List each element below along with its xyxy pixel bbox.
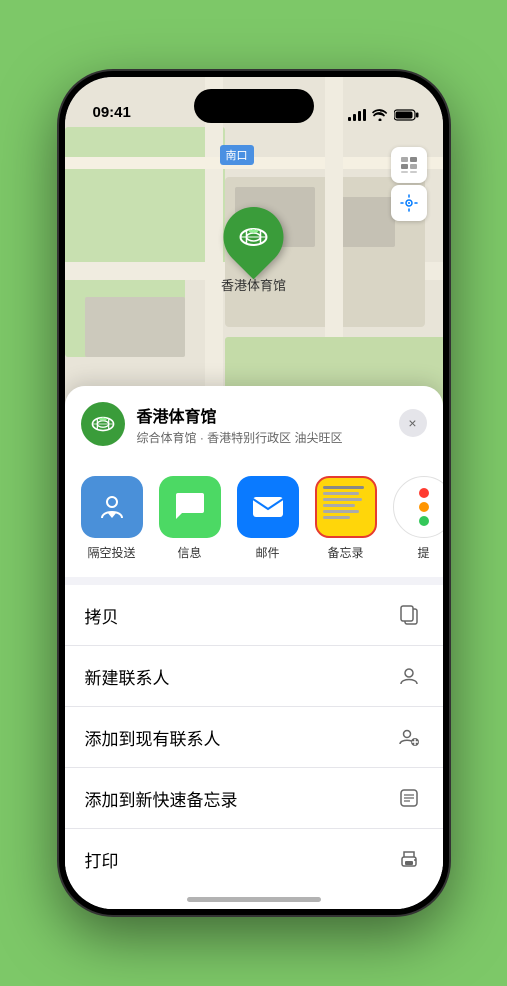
print-icon <box>395 845 423 873</box>
home-indicator-area <box>65 889 443 909</box>
action-new-contact-label: 新建联系人 <box>85 664 170 689</box>
share-row: 隔空投送 信息 <box>65 460 443 577</box>
location-icon <box>400 194 418 212</box>
action-quick-note-label: 添加到新快速备忘录 <box>85 786 238 811</box>
mail-icon <box>250 489 286 525</box>
mail-label: 邮件 <box>255 544 279 561</box>
notes-line-5 <box>323 510 360 513</box>
action-print-label: 打印 <box>85 847 119 872</box>
action-add-existing-contact[interactable]: 添加到现有联系人 <box>65 707 443 768</box>
close-button[interactable]: × <box>399 409 427 437</box>
action-add-quick-note[interactable]: 添加到新快速备忘录 <box>65 768 443 829</box>
share-item-airdrop[interactable]: 隔空投送 <box>77 476 147 561</box>
notes-icon-bg <box>315 476 377 538</box>
venue-subtitle: 综合体育馆 · 香港特别行政区 油尖旺区 <box>137 429 427 446</box>
mail-icon-bg <box>237 476 299 538</box>
map-type-button[interactable] <box>391 147 427 183</box>
dot-orange <box>419 502 429 512</box>
share-item-messages[interactable]: 信息 <box>155 476 225 561</box>
action-copy-label: 拷贝 <box>85 603 119 628</box>
stadium-icon <box>237 221 269 253</box>
home-indicator <box>187 897 321 902</box>
action-list: 拷贝 新建联系人 <box>65 585 443 889</box>
new-contact-icon <box>395 662 423 690</box>
notes-line-2 <box>323 492 360 495</box>
venue-stadium-icon <box>90 411 116 437</box>
phone-frame: 09:41 <box>59 71 449 915</box>
wifi-icon <box>372 109 388 121</box>
messages-icon <box>172 489 208 525</box>
quick-note-icon <box>395 784 423 812</box>
notes-line-4 <box>323 504 355 507</box>
action-copy[interactable]: 拷贝 <box>65 585 443 646</box>
dot-red <box>419 488 429 498</box>
bottom-sheet: 香港体育馆 综合体育馆 · 香港特别行政区 油尖旺区 × <box>65 386 443 909</box>
map-type-icon <box>399 155 419 175</box>
signal-bars <box>348 109 366 121</box>
map-controls <box>391 147 427 223</box>
notes-line-1 <box>323 486 364 489</box>
location-button[interactable] <box>391 185 427 221</box>
share-item-notes[interactable]: 备忘录 <box>311 476 381 561</box>
action-print[interactable]: 打印 <box>65 829 443 889</box>
venue-info: 香港体育馆 综合体育馆 · 香港特别行政区 油尖旺区 <box>137 403 427 446</box>
notes-label: 备忘录 <box>327 544 363 561</box>
airdrop-icon-bg <box>81 476 143 538</box>
pin-inner <box>230 214 276 260</box>
venue-header: 香港体育馆 综合体育馆 · 香港特别行政区 油尖旺区 × <box>65 386 443 460</box>
venue-icon <box>81 402 125 446</box>
airdrop-label: 隔空投送 <box>87 544 135 561</box>
location-pin: 香港体育馆 <box>221 207 286 294</box>
notes-line-6 <box>323 516 351 519</box>
more-label: 提 <box>417 544 429 561</box>
dynamic-island <box>194 89 314 123</box>
action-add-existing-label: 添加到现有联系人 <box>85 725 221 750</box>
dot-green <box>419 516 429 526</box>
map-label: 南口 <box>220 145 254 165</box>
pin-circle <box>211 195 296 280</box>
add-contact-icon <box>395 723 423 751</box>
phone-screen: 09:41 <box>65 77 443 909</box>
messages-icon-bg <box>159 476 221 538</box>
notes-line-3 <box>323 498 362 501</box>
copy-icon <box>395 601 423 629</box>
share-item-mail[interactable]: 邮件 <box>233 476 303 561</box>
action-new-contact[interactable]: 新建联系人 <box>65 646 443 707</box>
status-icons <box>348 109 419 121</box>
more-icon-bg <box>393 476 443 538</box>
venue-name: 香港体育馆 <box>137 403 427 427</box>
share-item-more[interactable]: 提 <box>389 476 443 561</box>
battery-icon <box>394 109 419 121</box>
messages-label: 信息 <box>177 544 201 561</box>
status-time: 09:41 <box>93 104 131 121</box>
airdrop-icon <box>95 490 129 524</box>
